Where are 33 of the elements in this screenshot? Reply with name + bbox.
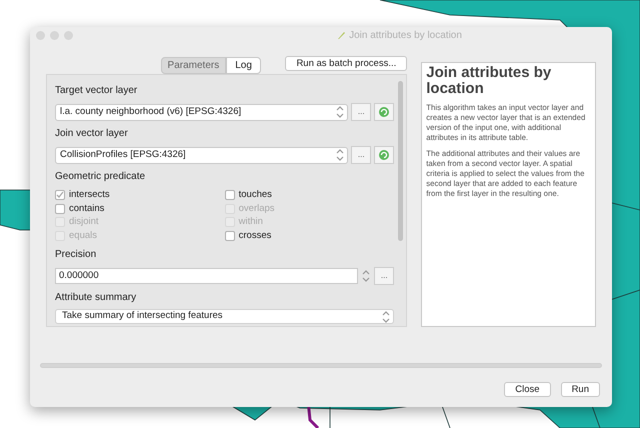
stepper-icon[interactable]: [335, 147, 346, 163]
tab[interactable]: Parameters: [160, 57, 226, 74]
refresh-button[interactable]: [374, 103, 394, 121]
refresh-icon: [378, 149, 390, 161]
refresh-button[interactable]: [374, 146, 394, 164]
stepper-icon[interactable]: [335, 104, 346, 120]
precision-input[interactable]: 0.000000: [55, 268, 358, 284]
stepper-icon[interactable]: [381, 308, 392, 324]
browse-button[interactable]: ...: [351, 146, 372, 164]
stepper-icon[interactable]: [361, 268, 372, 284]
predicate-checkbox[interactable]: touches: [224, 189, 394, 202]
field-label: Precision: [55, 248, 98, 262]
summary-dropdown[interactable]: Take summary of intersecting features: [55, 309, 394, 324]
dialog-button[interactable]: Run: [560, 382, 600, 397]
window-title: Join attributes by location: [349, 29, 462, 43]
tab[interactable]: Log: [226, 57, 261, 74]
help-title: Join attributes by location: [426, 65, 552, 97]
layer-dropdown[interactable]: l.a. county neighborhood (v6) [EPSG:4326]: [55, 104, 348, 120]
layer-dropdown[interactable]: CollisionProfiles [EPSG:4326]: [55, 146, 348, 164]
refresh-icon: [378, 106, 390, 118]
field-label: Target vector layer: [55, 84, 138, 98]
batch-process-button[interactable]: Run as batch process...: [285, 56, 408, 71]
pencil-icon: [337, 31, 346, 40]
dialog-button[interactable]: Close: [504, 382, 551, 397]
scrollbar-thumb[interactable]: [398, 81, 403, 241]
browse-button[interactable]: ...: [351, 103, 372, 121]
browse-button[interactable]: ...: [374, 267, 394, 285]
predicate-checkbox[interactable]: crosses: [224, 230, 394, 242]
field-label: Attribute summary: [55, 291, 138, 305]
predicate-checkbox[interactable]: intersects: [55, 189, 225, 202]
field-label: Geometric predicate: [55, 170, 146, 184]
field-label: Join vector layer: [55, 127, 129, 141]
predicate-checkbox[interactable]: contains: [55, 202, 225, 215]
